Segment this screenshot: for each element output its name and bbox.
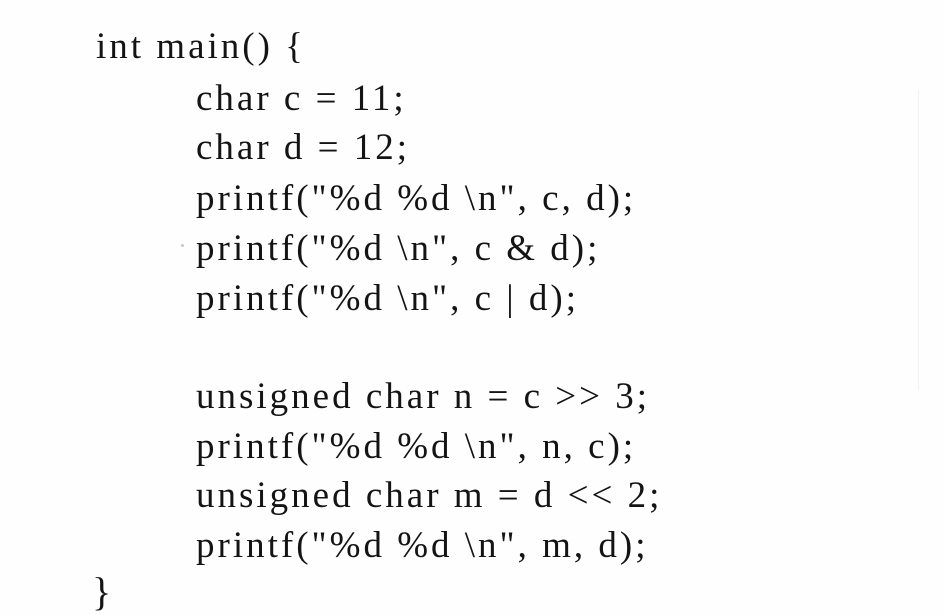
code-line-printf-m-d: printf("%d %d \n", m, d); [196,525,649,566]
code-line-printf-c-d: printf("%d %d \n", c, d); [196,178,637,219]
code-line-printf-n-c: printf("%d %d \n", n, c); [196,426,637,467]
scan-edge-mark [918,90,919,390]
code-line-main-signature: int main() { [96,26,306,67]
code-line-closing-brace: } [92,569,115,614]
scanned-code-page: int main() { char c = 11; char d = 12; p… [0,0,943,615]
code-line-printf-or: printf("%d \n", c | d); [196,278,580,319]
scan-speck [181,244,184,247]
code-line-printf-and: printf("%d \n", c & d); [196,228,601,269]
code-line-shift-left: unsigned char m = d << 2; [196,475,663,516]
code-line-shift-right: unsigned char n = c >> 3; [196,376,651,417]
code-line-declare-c: char c = 11; [196,78,407,119]
code-line-declare-d: char d = 12; [196,127,411,168]
